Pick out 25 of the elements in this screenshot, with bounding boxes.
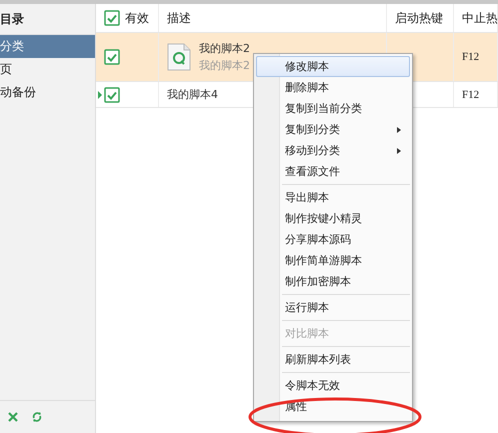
script-name: 我的脚本4 (167, 87, 218, 102)
menu-item[interactable]: 移动到分类 (256, 140, 410, 161)
column-header[interactable]: 有效 (125, 10, 149, 26)
menu-item[interactable]: 分享脚本源码 (256, 229, 410, 250)
menu-item[interactable]: 令脚本无效 (256, 375, 410, 396)
script-description: 我的脚本2 (199, 58, 250, 73)
menu-item[interactable]: 查看源文件 (256, 161, 410, 182)
menu-item[interactable]: 复制到当前分类 (256, 98, 410, 119)
menu-item[interactable]: 修改脚本 (256, 56, 410, 77)
sidebar-item[interactable]: 分类 (0, 35, 95, 58)
menu-item[interactable]: 刷新脚本列表 (256, 349, 410, 370)
sidebar-item[interactable]: 页 (0, 58, 95, 81)
script-name: 我的脚本2 (199, 41, 250, 56)
menu-item[interactable]: 制作按键小精灵 (256, 208, 410, 229)
column-header[interactable]: 描述 (167, 10, 191, 26)
sidebar-item[interactable]: 动备份 (0, 81, 95, 104)
hotkey-text: F12 (462, 88, 480, 100)
menu-item[interactable]: 制作加密脚本 (256, 271, 410, 292)
menu-item[interactable]: 导出脚本 (256, 187, 410, 208)
menu-item[interactable]: 制作简单游脚本 (256, 250, 410, 271)
sidebar-header: 目录 (0, 10, 24, 28)
menu-item[interactable]: 复制到分类 (256, 119, 410, 140)
hotkey-text: F12 (462, 51, 480, 63)
menu-item[interactable]: 运行脚本 (256, 297, 410, 318)
column-header[interactable]: 启动热键 (395, 10, 443, 26)
